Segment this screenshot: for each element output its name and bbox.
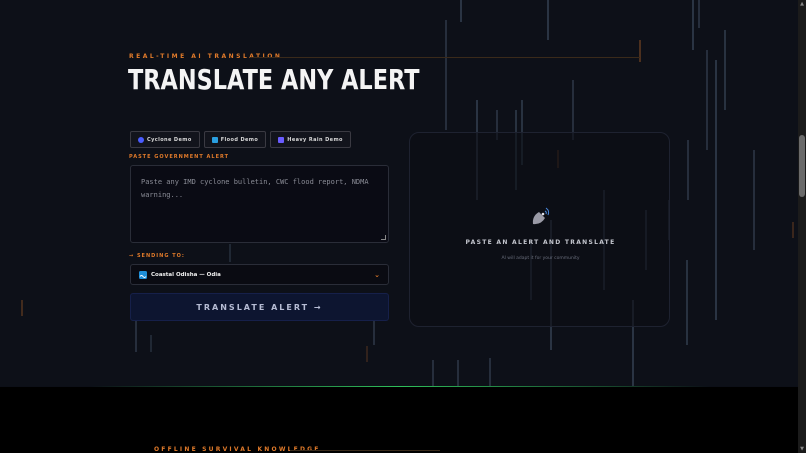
page-title: TRANSLATE ANY ALERT xyxy=(128,63,420,96)
page: REAL-TIME AI TRANSLATION TRANSLATE ANY A… xyxy=(0,0,806,453)
rain-icon xyxy=(278,136,285,143)
panel-title: PASTE AN ALERT AND TRANSLATE xyxy=(465,239,616,246)
arrow-right-icon: → xyxy=(129,253,135,259)
wave-icon xyxy=(139,270,147,279)
hero-section: REAL-TIME AI TRANSLATION TRANSLATE ANY A… xyxy=(0,0,798,386)
flood-demo-label: Flood Demo xyxy=(220,136,259,143)
heavy-rain-demo-button[interactable]: Heavy Rain Demo xyxy=(270,131,351,148)
sending-label: → SENDING TO: xyxy=(129,253,185,259)
translation-output-panel: PASTE AN ALERT AND TRANSLATE AI will ada… xyxy=(409,132,670,327)
resize-handle[interactable] xyxy=(381,235,386,240)
alert-textarea[interactable]: Paste any IMD cyclone bulletin, CWC floo… xyxy=(130,165,389,243)
scroll-down-arrow-icon[interactable]: ▼ xyxy=(798,446,806,452)
translate-alert-button[interactable]: TRANSLATE ALERT → xyxy=(130,293,389,321)
flood-demo-button[interactable]: Flood Demo xyxy=(203,131,267,148)
page-scrollbar[interactable]: ▲ ▼ xyxy=(798,0,806,453)
cyclone-demo-label: Cyclone Demo xyxy=(147,136,192,143)
chevron-down-icon: ⌄ xyxy=(374,270,380,279)
satellite-dish-icon xyxy=(532,207,550,225)
cyclone-demo-button[interactable]: Cyclone Demo xyxy=(130,131,200,148)
panel-subtitle: AI will adapt it for your community xyxy=(501,256,580,261)
cyclone-icon xyxy=(138,136,144,143)
scroll-up-arrow-icon[interactable]: ▲ xyxy=(798,1,806,7)
sending-label-text: SENDING TO: xyxy=(136,253,185,259)
eyebrow-rule xyxy=(250,57,640,58)
scrollbar-thumb[interactable] xyxy=(799,135,805,197)
alert-placeholder: Paste any IMD cyclone bulletin, CWC floo… xyxy=(141,178,369,199)
offline-section xyxy=(0,387,798,453)
heavy-rain-demo-label: Heavy Rain Demo xyxy=(287,136,343,143)
region-select[interactable]: Coastal Odisha — Odia ⌄ xyxy=(130,264,389,285)
flood-icon xyxy=(211,136,218,143)
paste-alert-label: PASTE GOVERNMENT ALERT xyxy=(129,154,230,160)
demo-buttons: Cyclone Demo Flood Demo Heavy Rain Demo xyxy=(130,131,351,148)
region-value: Coastal Odisha — Odia xyxy=(151,271,221,278)
offline-eyebrow-rule xyxy=(290,450,440,451)
